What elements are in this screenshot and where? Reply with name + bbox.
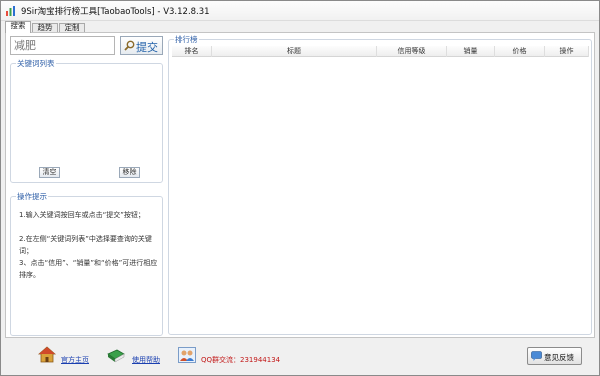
help-link[interactable]: 使用帮助 xyxy=(132,355,160,365)
keyword-list-group: 关键词列表 清空 移除 xyxy=(10,59,163,183)
submit-label: 提交 xyxy=(136,41,158,54)
chat-icon xyxy=(531,351,542,361)
tips-title: 操作提示 xyxy=(16,192,48,201)
column-header-action[interactable]: 操作 xyxy=(545,46,589,57)
tab-search[interactable]: 搜索 xyxy=(5,21,31,33)
home-link[interactable]: 官方主页 xyxy=(61,355,89,365)
title-bar: 9Sir淘宝排行榜工具[TaobaoTools] - V3.12.8.31 xyxy=(1,1,599,21)
keyword-list-title: 关键词列表 xyxy=(16,59,56,68)
clear-button[interactable]: 清空 xyxy=(39,167,60,178)
tip-line-3: 3、点击“信用”、“销量”和“价格”可进行相应排序。 xyxy=(19,259,158,279)
home-icon[interactable] xyxy=(38,346,56,363)
keyword-list[interactable] xyxy=(13,70,160,165)
tip-line-1: 1.输入关键词按回车或点击“提交”按钮； xyxy=(19,211,145,219)
column-header-sales[interactable]: 销量 xyxy=(447,46,495,57)
users-icon xyxy=(178,347,196,363)
window-title: 9Sir淘宝排行榜工具[TaobaoTools] - V3.12.8.31 xyxy=(21,7,210,17)
book-icon[interactable] xyxy=(107,348,125,363)
remove-button[interactable]: 移除 xyxy=(119,167,140,178)
tab-bar: 搜索 趋势 定制 xyxy=(1,21,599,33)
submit-button[interactable]: 提交 xyxy=(120,36,163,55)
app-window: 9Sir淘宝排行榜工具[TaobaoTools] - V3.12.8.31 搜索… xyxy=(0,0,600,376)
column-header-rank[interactable]: 排名 xyxy=(172,46,212,57)
column-header-price[interactable]: 价格 xyxy=(495,46,545,57)
feedback-button[interactable]: 意见反馈 xyxy=(527,347,582,365)
qq-group-text: QQ群交流：231944134 xyxy=(201,356,281,364)
ranking-table-header: 排名 标题 信用等级 销量 价格 操作 xyxy=(172,46,589,57)
search-input[interactable]: 减肥 xyxy=(10,36,115,55)
search-icon xyxy=(124,40,135,51)
feedback-label: 意见反馈 xyxy=(544,353,574,362)
ranking-title: 排行榜 xyxy=(174,35,199,44)
tips-group: 操作提示 1.输入关键词按回车或点击“提交”按钮； 2.在左侧“关键词列表”中选… xyxy=(10,192,163,336)
column-header-title[interactable]: 标题 xyxy=(212,46,377,57)
tip-line-2: 2.在左侧“关键词列表”中选择要查询的关键词； xyxy=(19,235,152,255)
ranking-table-body[interactable] xyxy=(172,58,589,332)
column-header-credit[interactable]: 信用等级 xyxy=(377,46,447,57)
app-icon xyxy=(6,6,15,16)
